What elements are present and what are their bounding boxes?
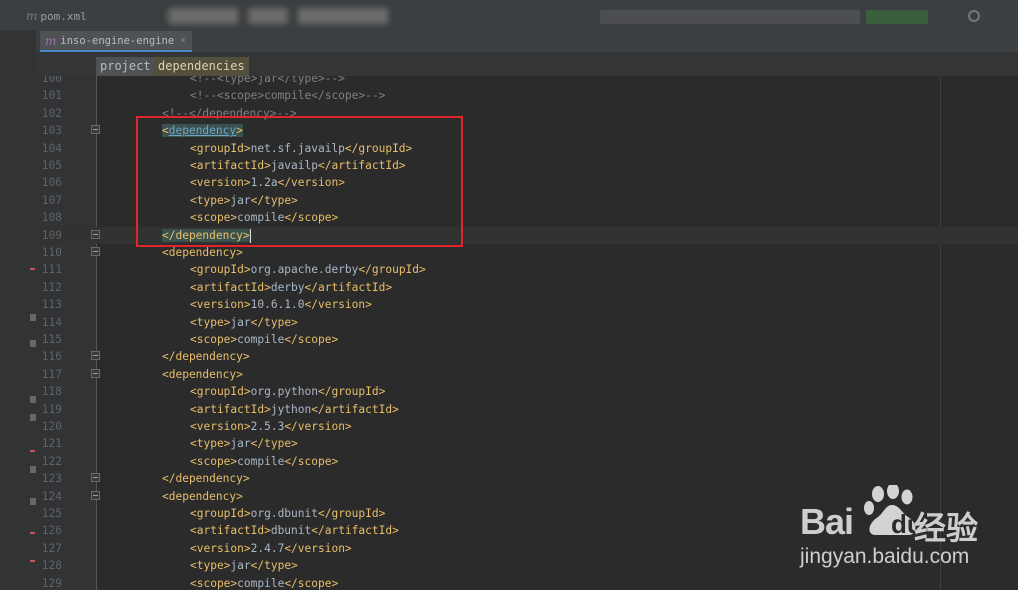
- line-number: 104: [41, 141, 62, 155]
- title-bar: m pom.xml: [0, 0, 1018, 30]
- file-tab-label: pom.xml: [40, 9, 87, 23]
- code-text: <version>2.4.7</version>: [190, 541, 352, 555]
- code-text: <dependency>: [162, 489, 243, 503]
- code-text: <artifactId>jython</artifactId>: [190, 402, 399, 416]
- maven-file-icon: m: [45, 33, 57, 48]
- code-text: </dependency>: [162, 472, 250, 486]
- watermark-brand: Bai: [800, 501, 854, 542]
- maven-file-icon: m: [26, 9, 38, 23]
- code-line[interactable]: 111 <groupId>org.apache.derby</groupId>: [36, 261, 1018, 278]
- code-line[interactable]: 100 <!--<type>jar</type>-->: [36, 76, 1018, 87]
- line-number: 127: [41, 541, 62, 555]
- line-number: 122: [41, 454, 62, 468]
- line-number: 123: [41, 472, 62, 486]
- code-text: <version>10.6.1.0</version>: [190, 298, 372, 312]
- code-line[interactable]: 122 <scope>compile</scope>: [36, 453, 1018, 470]
- fold-toggle-icon[interactable]: [91, 473, 100, 483]
- line-number: 109: [41, 228, 62, 242]
- fold-toggle-icon[interactable]: [91, 490, 100, 500]
- code-text: </dependency>: [162, 350, 250, 364]
- line-number: 117: [41, 367, 62, 381]
- error-marker: [30, 268, 35, 270]
- fold-toggle-icon[interactable]: [91, 229, 100, 239]
- file-tab-pom[interactable]: m pom.xml: [26, 6, 87, 26]
- code-text: <type>jar</type>: [190, 559, 298, 573]
- gear-icon[interactable]: [968, 10, 980, 22]
- line-number: 112: [41, 280, 62, 294]
- line-number: 111: [41, 263, 62, 277]
- line-number: 105: [41, 159, 62, 172]
- baidu-jingyan-watermark: Bai du 经验 jingyan.baidu.com: [798, 483, 998, 573]
- line-number: 116: [41, 350, 62, 364]
- fold-toggle-icon[interactable]: [91, 125, 100, 135]
- code-text: <groupId>org.apache.derby</groupId>: [190, 263, 426, 277]
- line-number: 120: [41, 420, 62, 433]
- code-text: <groupId>org.python</groupId>: [190, 385, 386, 399]
- code-text: <artifactId>derby</artifactId>: [190, 280, 393, 294]
- code-text: <type>jar</type>: [190, 437, 298, 451]
- watermark-brand-jingyan: 经验: [914, 509, 979, 547]
- code-text: <scope>compile</scope>: [190, 576, 339, 590]
- code-text: <dependency>: [162, 367, 243, 381]
- code-text: <!--<type>jar</type>-->: [190, 76, 345, 85]
- line-number: 107: [41, 193, 62, 207]
- code-line[interactable]: 121 <type>jar</type>: [36, 435, 1018, 452]
- code-text: <artifactId>dbunit</artifactId>: [190, 524, 399, 538]
- editor-tab-bar: m inso-engine-engine ×: [36, 30, 1018, 53]
- code-text: <scope>compile</scope>: [190, 454, 339, 468]
- line-number: 129: [41, 576, 62, 590]
- code-line[interactable]: 117 <dependency>: [36, 366, 1018, 383]
- blurred-search-field[interactable]: [600, 10, 860, 24]
- annotation-highlight-box: [136, 116, 463, 247]
- fold-toggle-icon[interactable]: [91, 351, 100, 361]
- breadcrumb-project[interactable]: project: [96, 57, 155, 76]
- line-number: 103: [41, 124, 62, 138]
- line-number: 110: [41, 246, 62, 259]
- code-line[interactable]: 113 <version>10.6.1.0</version>: [36, 296, 1018, 313]
- code-line[interactable]: 118 <groupId>org.python</groupId>: [36, 383, 1018, 400]
- code-text: <scope>compile</scope>: [190, 333, 339, 346]
- code-line[interactable]: 116 </dependency>: [36, 348, 1018, 365]
- error-marker: [30, 560, 35, 562]
- code-line[interactable]: 112 <artifactId>derby</artifactId>: [36, 279, 1018, 296]
- code-line[interactable]: 115 <scope>compile</scope>: [36, 331, 1018, 348]
- fold-toggle-icon[interactable]: [91, 247, 100, 256]
- blurred-run-button[interactable]: [866, 10, 928, 24]
- code-text: <!--<scope>compile</scope>-->: [190, 89, 386, 103]
- error-marker: [30, 532, 35, 534]
- line-number: 100: [41, 76, 62, 85]
- error-marker: [30, 450, 35, 452]
- line-number: 128: [41, 559, 62, 573]
- line-number: 125: [41, 507, 62, 520]
- code-text: <groupId>org.dbunit</groupId>: [190, 507, 386, 520]
- code-line[interactable]: 120 <version>2.5.3</version>: [36, 418, 1018, 435]
- left-tool-strip: [0, 30, 36, 590]
- code-text: <version>2.5.3</version>: [190, 420, 352, 433]
- code-line[interactable]: 101 <!--<scope>compile</scope>-->: [36, 87, 1018, 104]
- breadcrumb-dependencies[interactable]: dependencies: [154, 57, 249, 76]
- watermark-url: jingyan.baidu.com: [800, 545, 970, 568]
- code-line[interactable]: 129 <scope>compile</scope>: [36, 575, 1018, 590]
- line-number: 102: [41, 106, 62, 120]
- line-number: 113: [41, 298, 62, 312]
- line-number: 114: [41, 315, 62, 329]
- line-number: 101: [41, 89, 62, 103]
- code-text: <type>jar</type>: [190, 315, 298, 329]
- line-number: 118: [41, 385, 62, 399]
- blurred-title: [168, 8, 428, 26]
- code-line[interactable]: 119 <artifactId>jython</artifactId>: [36, 401, 1018, 418]
- breadcrumb: project dependencies: [36, 52, 1018, 76]
- fold-toggle-icon[interactable]: [91, 368, 100, 378]
- line-number: 108: [41, 211, 62, 225]
- line-number: 124: [41, 489, 62, 503]
- close-icon[interactable]: ×: [180, 36, 185, 46]
- code-line[interactable]: 114 <type>jar</type>: [36, 314, 1018, 331]
- line-number: 115: [41, 333, 62, 346]
- editor-tab[interactable]: m inso-engine-engine ×: [40, 31, 192, 52]
- line-number: 121: [41, 437, 62, 451]
- line-number: 126: [41, 524, 62, 538]
- line-number: 106: [41, 176, 62, 190]
- line-number: 119: [41, 402, 62, 416]
- editor-tab-label: inso-engine-engine: [60, 34, 175, 47]
